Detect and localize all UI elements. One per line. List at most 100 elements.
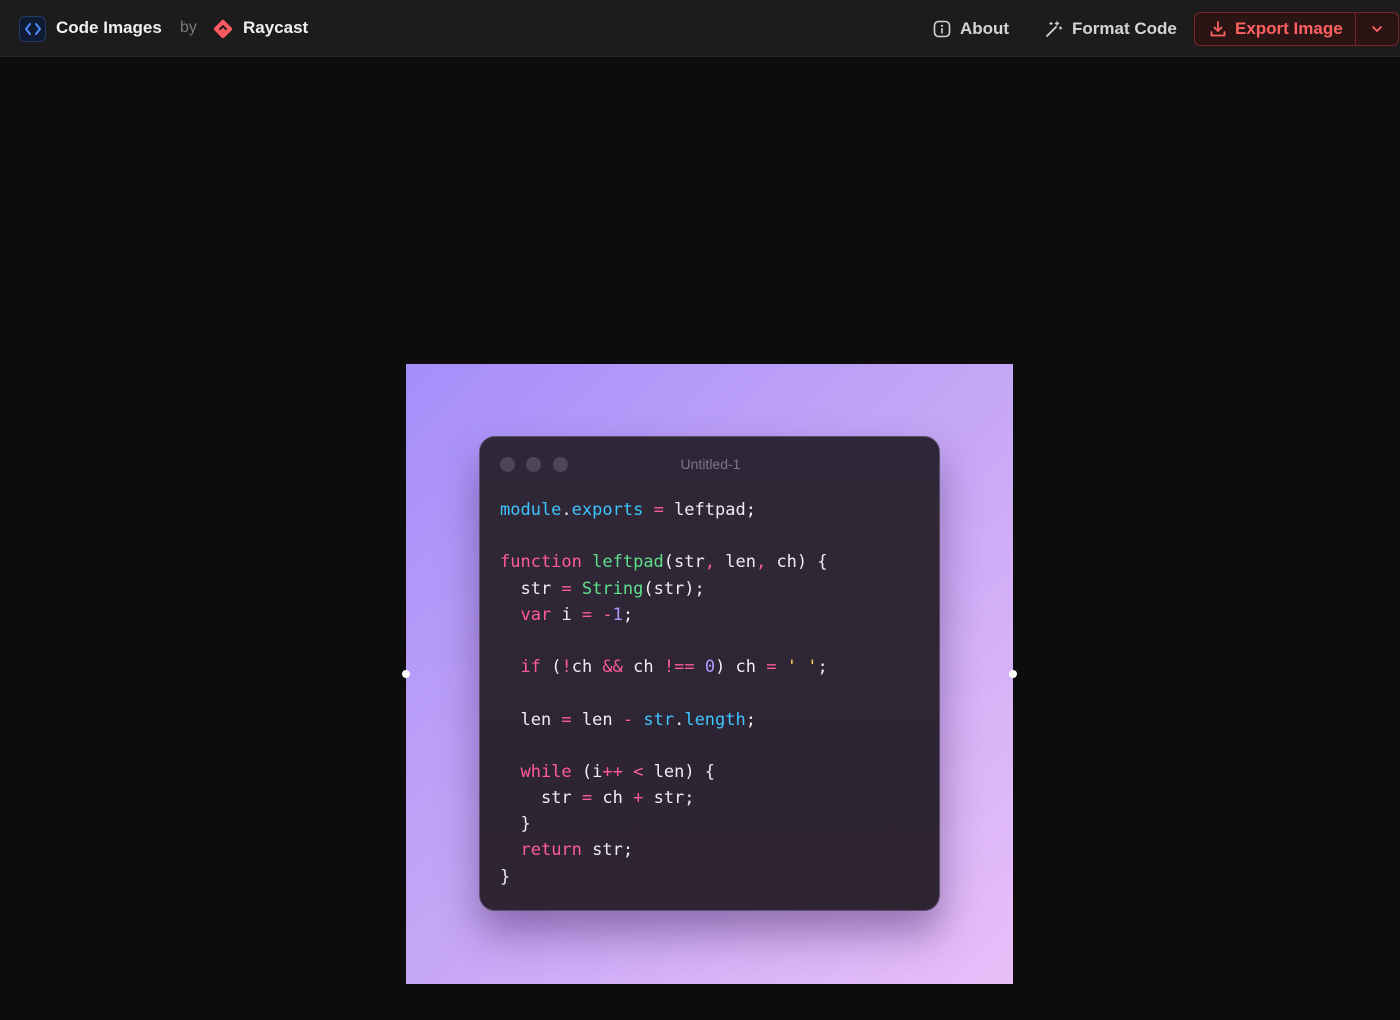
resize-handle-left[interactable]	[402, 670, 410, 678]
code-token: }	[500, 814, 531, 835]
code-line: return str;	[500, 837, 828, 863]
code-line: var i = -1;	[500, 602, 828, 628]
code-token: <	[633, 761, 644, 782]
code-token: function	[500, 552, 582, 573]
code-token: ch	[622, 657, 664, 678]
code-brackets-icon[interactable]	[19, 16, 46, 42]
code-token: String	[581, 578, 644, 599]
code-token: var	[520, 604, 552, 625]
code-token: len	[715, 552, 756, 573]
code-line: module.exports = leftpad;	[500, 497, 828, 523]
code-token: while	[520, 761, 572, 782]
code-token: str	[500, 578, 562, 599]
code-token: module	[500, 500, 562, 520]
export-image-label: Export Image	[1235, 19, 1343, 38]
code-token: (i	[571, 761, 603, 782]
code-line: }	[500, 811, 828, 837]
window-title[interactable]: Untitled-1	[480, 456, 941, 472]
code-token: =	[581, 788, 593, 809]
code-token: (str);	[643, 578, 705, 599]
code-token: =	[561, 578, 572, 599]
raycast-logo-icon[interactable]	[212, 18, 234, 40]
code-token: =	[581, 604, 593, 625]
code-token: +	[633, 788, 644, 809]
export-options-dropdown[interactable]	[1356, 13, 1398, 45]
code-token: ' '	[786, 657, 818, 678]
code-token: ,	[755, 552, 767, 573]
code-token: =	[653, 500, 664, 520]
code-token: ,	[704, 552, 715, 573]
code-line: function leftpad(str, len, ch) {	[500, 549, 828, 575]
brand-by-text: by	[180, 19, 197, 36]
code-token: ) ch	[715, 657, 767, 678]
chevron-down-icon	[1372, 26, 1382, 32]
code-token: ch	[571, 657, 603, 678]
code-line: while (i++ < len) {	[500, 759, 828, 785]
code-token: -	[602, 604, 613, 625]
code-token: len	[571, 709, 623, 730]
resize-handle-right[interactable]	[1009, 670, 1017, 678]
code-line: len = len - str.length;	[500, 707, 828, 733]
code-token: return	[520, 840, 582, 861]
code-token: ch	[592, 788, 634, 809]
code-token: ;	[817, 657, 828, 678]
about-label: About	[960, 19, 1010, 38]
code-token: ch) {	[766, 552, 828, 573]
code-token: ++	[602, 761, 623, 782]
code-token: -	[622, 709, 634, 730]
code-token: exports	[571, 500, 644, 520]
export-image-button[interactable]: Export Image	[1195, 13, 1355, 45]
code-token: &&	[602, 657, 623, 678]
code-token: ;	[745, 709, 756, 730]
raycast-link[interactable]: Raycast	[243, 18, 308, 38]
code-token: len) {	[643, 761, 716, 782]
code-window: Untitled-1 module.exports = leftpad; func…	[479, 436, 940, 911]
code-token: i	[551, 604, 582, 625]
code-token: (	[540, 657, 562, 678]
code-line: str = ch + str;	[500, 785, 828, 811]
code-editor[interactable]: module.exports = leftpad; function leftpa…	[500, 497, 828, 890]
code-line: }	[500, 864, 828, 890]
code-token: leftpad	[592, 552, 664, 573]
export-button-group: Export Image	[1194, 12, 1399, 46]
code-token: leftpad;	[663, 500, 756, 520]
top-bar: Code Images by Raycast About Format Code	[0, 0, 1400, 57]
about-button[interactable]: About	[933, 14, 1009, 44]
code-token: }	[500, 866, 511, 887]
format-code-button[interactable]: Format Code	[1045, 14, 1177, 44]
code-token: 1	[612, 604, 623, 625]
code-token: length	[684, 709, 746, 730]
code-token: !	[561, 657, 572, 678]
magic-wand-icon	[1046, 21, 1063, 37]
code-token: str	[500, 788, 582, 809]
code-token: !==	[663, 657, 695, 678]
download-icon	[1210, 21, 1226, 37]
code-token: if	[520, 657, 541, 678]
code-token: str;	[643, 788, 695, 809]
code-line: if (!ch && ch !== 0) ch = ' ';	[500, 654, 828, 680]
code-token: 0	[704, 657, 716, 678]
format-code-label: Format Code	[1072, 19, 1177, 38]
app-title: Code Images	[56, 18, 162, 37]
code-token: len	[500, 709, 562, 730]
code-token: .	[674, 709, 685, 730]
code-token: =	[561, 709, 572, 730]
info-icon	[933, 20, 951, 38]
code-token: str;	[581, 840, 634, 861]
